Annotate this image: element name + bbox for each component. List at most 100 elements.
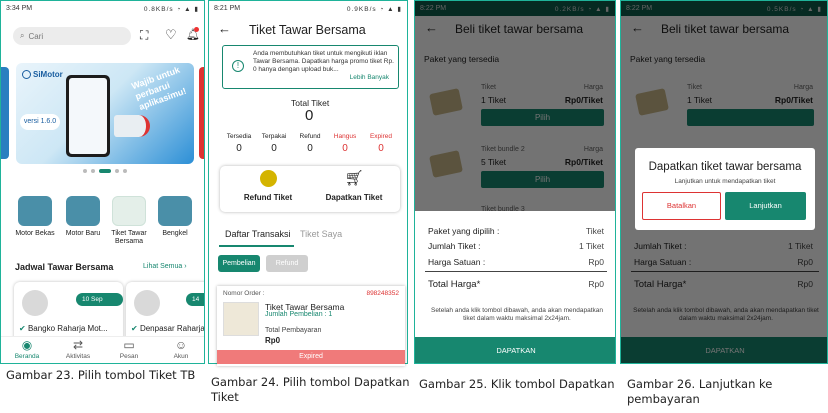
note-text: Setelah anda klik tombol dibawah, anda a… (430, 307, 603, 322)
order-status-badge: Expired (217, 350, 405, 364)
screen-home: 3:34 PM 0.8KB/s ◔ ▲ ▮ ⌕ Cari ⛶ ♡ 🔔︎ SiMot… (0, 0, 205, 364)
schedule-card[interactable]: 10 Sep 2020 ✔ Bangko Raharja Mot... (14, 282, 123, 344)
search-input[interactable]: ⌕ Cari (13, 27, 131, 45)
notification-dot (194, 27, 199, 32)
chip-refund[interactable]: Refund (266, 255, 308, 272)
get-button[interactable]: DAPATKAN (621, 337, 827, 363)
section-label: Paket yang tersedia (424, 54, 500, 64)
caption: Gambar 26. Lanjutkan ke pembayaran (627, 377, 773, 406)
package-price-label: Harga (583, 146, 603, 153)
summary-divider (631, 271, 819, 272)
more-link[interactable]: Lebih Banyak (350, 74, 389, 82)
net-speed: 0.8KB/s (143, 5, 174, 13)
choose-button[interactable]: Pilih (481, 171, 604, 188)
caption: Gambar 23. Pilih tombol Tiket TB (6, 368, 196, 382)
category-used-bike-icon[interactable] (18, 196, 52, 226)
category-workshop-icon[interactable] (158, 196, 192, 226)
order-label: Nomor Order : (223, 290, 265, 297)
total-value: Rp0 (797, 279, 813, 289)
package-qty: 5 Tiket (481, 157, 507, 167)
summary-value: 1 Tiket (787, 241, 813, 251)
nav-home[interactable]: ◉ Beranda (7, 338, 47, 360)
summary-label: Paket yang dipilih : (428, 226, 500, 236)
page-title: Beli tiket tawar bersama (455, 22, 584, 36)
banner-next-peek (199, 67, 204, 159)
banner-version: versi 1.6.0 (20, 114, 60, 130)
category-label: Bengkel (162, 230, 188, 237)
brand-logo: SiMotor (22, 70, 63, 80)
order-card[interactable]: Nomor Order : 898248352 Tiket Tawar Bers… (217, 286, 405, 366)
package-qty: 1 Tiket (481, 95, 507, 105)
summary-value: Tiket (585, 226, 604, 236)
tab-transactions[interactable]: Daftar Transaksi (225, 229, 291, 239)
status-icons: 0.5KB/s ◔ ▲ ▮ (766, 5, 822, 13)
date-badge: 10 Sep 2020 (76, 293, 123, 316)
ticket-image (429, 88, 463, 116)
promo-banner[interactable]: SiMotor versi 1.6.0 Wajib untuk perbarui… (16, 63, 194, 164)
get-ticket-button[interactable]: 🛒︎ Dapatkan Tiket (322, 170, 386, 202)
package-name: Tiket (481, 84, 496, 91)
category-new-bike-icon[interactable] (66, 196, 100, 226)
package-name: Tiket bundle 2 (481, 146, 525, 153)
stat-value: 0 (342, 143, 348, 154)
motorcycle-image (134, 290, 160, 316)
stat-expired: Expired 0 (364, 133, 398, 154)
caption: Gambar 25. Klik tombol Dapatkan (419, 377, 615, 391)
back-arrow-icon[interactable]: ← (218, 21, 231, 36)
note-text: Setelah anda klik tombol dibawah, anda a… (633, 307, 819, 322)
package-price-label: Harga (793, 84, 813, 91)
stat-refund: Refund 0 (293, 133, 327, 154)
nav-label: Pesan (119, 353, 139, 360)
summary-label: Jumlah Tiket : (428, 241, 481, 251)
schedule-card[interactable]: 14 Sep ✔ Denpasar Raharja (126, 282, 204, 344)
order-pay-label: Total Pembayaran (265, 327, 322, 334)
message-icon: ▭ (123, 338, 135, 352)
chip-purchase[interactable]: Pembelian (218, 255, 260, 272)
refund-ticket-button[interactable]: Refund Tiket (240, 170, 296, 202)
card-name: Bangko Raharja Mot... (27, 324, 108, 333)
nav-label: Akun (173, 353, 189, 360)
tab-my-tickets[interactable]: Tiket Saya (300, 229, 342, 239)
category-label: Tiket Tawar Bersama (111, 230, 147, 245)
summary-value: Rp0 (588, 257, 604, 267)
brand-name: SiMotor (33, 70, 63, 79)
user-icon: ☺ (174, 338, 188, 352)
carousel-dots (83, 169, 127, 173)
stat-value: 0 (271, 143, 277, 154)
scan-icon[interactable]: ⛶ (140, 28, 148, 43)
summary-label: Jumlah Tiket : (634, 241, 687, 251)
nav-activity[interactable]: ⇄ Aktivitas (58, 338, 98, 360)
category-label: Motor Bekas (15, 230, 55, 237)
nav-label: Aktivitas (65, 353, 91, 360)
status-bar: 8:22 PM 0.5KB/s ◔ ▲ ▮ (621, 1, 827, 16)
get-button[interactable]: DAPATKAN (415, 337, 615, 363)
status-icons: 0.8KB/s ◔ ▲ ▮ (143, 5, 199, 13)
get-ticket-label: Dapatkan Tiket (325, 193, 383, 202)
summary-label: Harga Satuan : (634, 257, 692, 267)
see-all-link[interactable]: Lihat Semua › (143, 263, 187, 270)
package-qty: 1 Tiket (687, 95, 713, 105)
stat-forfeited: Hangus 0 (328, 133, 362, 154)
cancel-button[interactable]: Batalkan (642, 192, 721, 220)
nav-messages[interactable]: ▭ Pesan (109, 338, 149, 360)
heart-icon[interactable]: ♡ (165, 27, 177, 43)
category-ticket-icon[interactable] (112, 196, 146, 226)
confirm-dialog: Dapatkan tiket tawar bersama Lanjutkan u… (635, 148, 815, 230)
banner-prev-peek (1, 67, 9, 159)
dialog-title: Dapatkan tiket tawar bersama (648, 161, 802, 173)
back-arrow-icon[interactable]: ← (631, 20, 644, 35)
tab-underline (219, 245, 294, 247)
proceed-button[interactable]: Lanjutkan (725, 192, 806, 220)
summary-value: 1 Tiket (578, 241, 604, 251)
choose-button[interactable]: Pilih (481, 109, 604, 126)
nav-account[interactable]: ☺ Akun (161, 338, 201, 360)
info-text: Anda membutuhkan tiket untuk mengikuti i… (253, 50, 394, 73)
package-price-label: Harga (583, 84, 603, 91)
status-time: 8:21 PM (214, 5, 241, 12)
info-box: ! Anda membutuhkan tiket untuk mengikuti… (222, 45, 399, 89)
stat-label: Tersedia (226, 133, 252, 140)
choose-button[interactable] (687, 109, 814, 126)
status-time: 8:22 PM (420, 5, 447, 12)
back-arrow-icon[interactable]: ← (425, 20, 438, 35)
net-speed: 0.9KB/s (346, 5, 377, 13)
